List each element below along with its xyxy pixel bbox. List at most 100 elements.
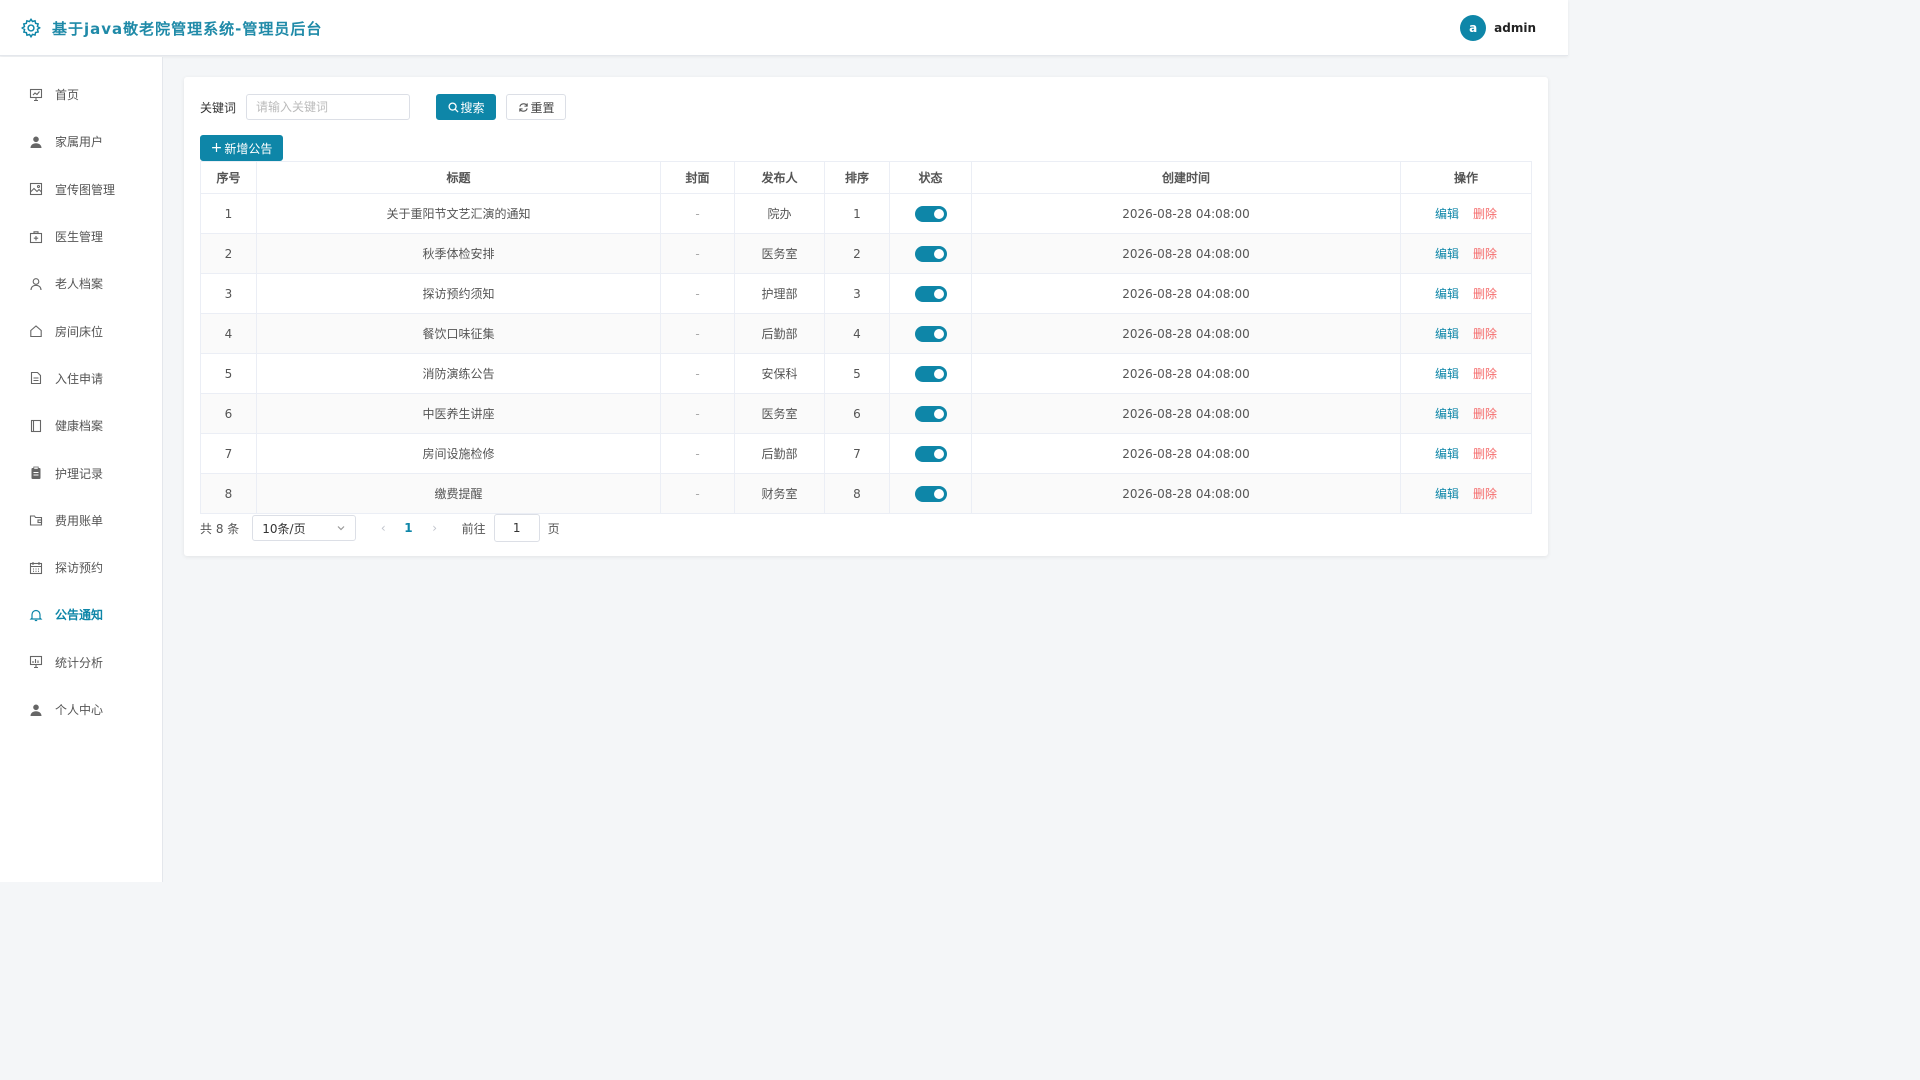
notice-publisher: 财务室 bbox=[761, 487, 798, 501]
delete-button[interactable]: 删除 bbox=[1473, 247, 1497, 261]
next-page-button[interactable]: › bbox=[430, 521, 440, 535]
sidebar-item-5[interactable]: 房间床位 bbox=[0, 307, 162, 354]
delete-button[interactable]: 删除 bbox=[1473, 207, 1497, 221]
notice-title: 中医养生讲座 bbox=[422, 407, 495, 421]
sidebar-item-4[interactable]: 老人档案 bbox=[0, 260, 162, 307]
status-toggle[interactable] bbox=[914, 245, 947, 262]
created-time: 2026-08-28 04:08:00 bbox=[1122, 366, 1250, 381]
delete-button[interactable]: 删除 bbox=[1473, 447, 1497, 461]
notice-title: 房间设施检修 bbox=[422, 447, 495, 461]
notice-cover: - bbox=[695, 206, 700, 221]
chart-icon bbox=[29, 655, 43, 669]
notice-sort: 8 bbox=[853, 486, 861, 501]
user-icon bbox=[29, 135, 43, 149]
table-row: 6 中医养生讲座 - 医务室 6 2026-08-28 04:08:00 编辑 删除 bbox=[200, 393, 1532, 434]
table-row: 3 探访预约须知 - 护理部 3 2026-08-28 04:08:00 编辑 删除 bbox=[200, 273, 1532, 314]
sidebar-item-9[interactable]: 费用账单 bbox=[0, 497, 162, 544]
edit-button[interactable]: 编辑 bbox=[1435, 447, 1459, 461]
edit-button[interactable]: 编辑 bbox=[1435, 327, 1459, 341]
total-count: 共 8 条 bbox=[200, 521, 240, 536]
sidebar-item-0[interactable]: 首页 bbox=[0, 71, 162, 118]
sidebar-item-10[interactable]: 探访预约 bbox=[0, 544, 162, 591]
gear-icon bbox=[20, 17, 41, 39]
notice-cover: - bbox=[695, 446, 700, 461]
sidebar-item-2[interactable]: 宣传图管理 bbox=[0, 166, 162, 213]
status-toggle[interactable] bbox=[914, 285, 947, 302]
row-index: 8 bbox=[224, 486, 233, 501]
status-toggle[interactable] bbox=[914, 405, 947, 422]
status-toggle[interactable] bbox=[914, 365, 947, 382]
sidebar-item-3[interactable]: 医生管理 bbox=[0, 213, 162, 260]
sidebar-item-1[interactable]: 家属用户 bbox=[0, 118, 162, 165]
chevron-down-icon bbox=[337, 526, 345, 531]
status-toggle[interactable] bbox=[914, 205, 947, 222]
notice-publisher: 后勤部 bbox=[761, 327, 798, 341]
sidebar-item-8[interactable]: 护理记录 bbox=[0, 449, 162, 496]
notice-title: 缴费提醒 bbox=[434, 487, 483, 501]
goto-page-input[interactable] bbox=[493, 514, 540, 542]
column-header: 发布人 bbox=[734, 161, 825, 194]
sidebar-item-6[interactable]: 入住申请 bbox=[0, 355, 162, 402]
calendar-icon bbox=[29, 561, 43, 575]
delete-button[interactable]: 删除 bbox=[1473, 367, 1497, 381]
page-size-select[interactable]: 10条/页 bbox=[252, 515, 357, 541]
user-menu[interactable]: a admin bbox=[1460, 15, 1536, 41]
table-row: 1 关于重阳节文艺汇演的通知 - 院办 1 2026-08-28 04:08:00 编辑 删除 bbox=[200, 193, 1532, 234]
column-header: 封面 bbox=[660, 161, 735, 194]
delete-button[interactable]: 删除 bbox=[1473, 327, 1497, 341]
notice-title: 探访预约须知 bbox=[422, 287, 495, 301]
refresh-icon bbox=[518, 102, 528, 112]
page-number-current[interactable]: 1 bbox=[404, 521, 412, 535]
search-button[interactable]: 搜索 bbox=[436, 94, 497, 120]
sidebar-item-7[interactable]: 健康档案 bbox=[0, 402, 162, 449]
status-toggle[interactable] bbox=[914, 485, 947, 502]
sidebar-item-13[interactable]: 个人中心 bbox=[0, 686, 162, 733]
sidebar-item-12[interactable]: 统计分析 bbox=[0, 639, 162, 686]
row-index: 6 bbox=[224, 406, 233, 421]
row-index: 5 bbox=[224, 366, 233, 381]
edit-button[interactable]: 编辑 bbox=[1435, 207, 1459, 221]
dashboard-icon bbox=[29, 88, 43, 102]
book-icon bbox=[29, 419, 43, 433]
notice-sort: 1 bbox=[853, 206, 861, 221]
sidebar-item-label: 宣传图管理 bbox=[55, 182, 116, 197]
plus-icon: + bbox=[210, 140, 223, 156]
pagination: 共 8 条 10条/页 ‹ 1 › 前往 页 bbox=[200, 514, 560, 542]
edit-button[interactable]: 编辑 bbox=[1435, 367, 1459, 381]
app-title: 基于java敬老院管理系统-管理员后台 bbox=[52, 20, 323, 38]
sidebar-item-label: 房间床位 bbox=[55, 324, 104, 339]
prev-page-button[interactable]: ‹ bbox=[378, 521, 388, 535]
notice-sort: 4 bbox=[853, 326, 861, 341]
sidebar-item-label: 个人中心 bbox=[55, 703, 104, 717]
delete-button[interactable]: 删除 bbox=[1473, 407, 1497, 421]
sidebar-menu: 首页家属用户宣传图管理医生管理 老人档案房间床位入住申请 健康档案 护理记录 费用账单探… bbox=[0, 57, 162, 733]
edit-button[interactable]: 编辑 bbox=[1435, 407, 1459, 421]
status-toggle[interactable] bbox=[914, 445, 947, 462]
row-index: 7 bbox=[224, 446, 233, 461]
edit-button[interactable]: 编辑 bbox=[1435, 247, 1459, 261]
reset-button[interactable]: 重置 bbox=[506, 94, 567, 120]
notice-title: 消防演练公告 bbox=[422, 367, 495, 381]
status-toggle[interactable] bbox=[914, 325, 947, 342]
notice-title: 餐饮口味征集 bbox=[422, 327, 495, 341]
search-input[interactable] bbox=[246, 94, 411, 120]
search-button-label: 搜索 bbox=[460, 100, 485, 115]
top-header: 基于java敬老院管理系统-管理员后台 a admin bbox=[0, 0, 1568, 56]
search-label: 关键词 bbox=[200, 100, 237, 115]
edit-button[interactable]: 编辑 bbox=[1435, 287, 1459, 301]
add-notice-button[interactable]: + 新增公告 bbox=[200, 135, 283, 161]
sidebar-item-label: 首页 bbox=[55, 88, 80, 103]
row-index: 2 bbox=[224, 246, 233, 261]
sidebar-item-label: 家属用户 bbox=[55, 135, 104, 150]
page-suffix: 页 bbox=[547, 521, 560, 536]
delete-button[interactable]: 删除 bbox=[1473, 487, 1497, 501]
delete-button[interactable]: 删除 bbox=[1473, 287, 1497, 301]
username[interactable]: admin bbox=[1494, 21, 1536, 35]
avatar[interactable]: a bbox=[1460, 15, 1487, 41]
edit-button[interactable]: 编辑 bbox=[1435, 487, 1459, 501]
notice-title: 关于重阳节文艺汇演的通知 bbox=[386, 207, 531, 221]
sidebar-item-11[interactable]: 公告通知 bbox=[0, 591, 162, 638]
clipboard-icon bbox=[29, 466, 43, 480]
person-icon bbox=[29, 277, 43, 291]
notice-cover: - bbox=[695, 366, 700, 381]
